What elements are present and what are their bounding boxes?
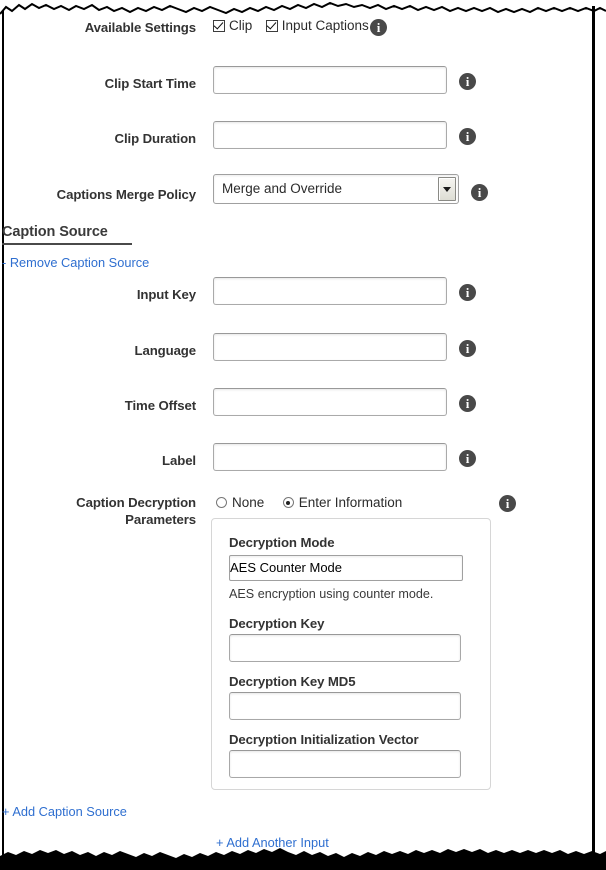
input-settings-form: Available Settings Clip Input Captions i… xyxy=(0,0,606,870)
info-icon-clip-duration[interactable]: i xyxy=(459,128,476,145)
checkbox-clip-label: Clip xyxy=(229,18,253,33)
clip-duration-label: Clip Duration xyxy=(114,131,197,146)
label-field-label: Label xyxy=(162,453,196,468)
caption-decryption-panel: Decryption Mode AES Counter Mode AES enc… xyxy=(211,518,491,790)
time-offset-input[interactable] xyxy=(213,388,447,416)
info-icon-clip-start-time[interactable]: i xyxy=(459,73,476,90)
radio-enter-information[interactable]: Enter Information xyxy=(282,495,417,510)
captions-merge-policy-value: Merge and Override xyxy=(222,181,343,196)
clip-duration-input[interactable] xyxy=(213,121,447,149)
decryption-mode-help-text: AES encryption using counter mode. xyxy=(229,587,434,601)
time-offset-label: Time Offset xyxy=(124,398,196,413)
decryption-key-input[interactable] xyxy=(229,634,461,662)
caption-decryption-radio-group: None Enter Information xyxy=(216,495,416,513)
decryption-mode-value: AES Counter Mode xyxy=(230,560,343,575)
checkbox-input-captions-label: Input Captions xyxy=(281,18,369,33)
decryption-key-label: Decryption Key xyxy=(229,616,325,631)
decryption-mode-select[interactable]: AES Counter Mode xyxy=(229,555,463,581)
input-key-label: Input Key xyxy=(136,287,196,302)
form-page: Available Settings Clip Input Captions i… xyxy=(0,0,606,870)
input-key-input[interactable] xyxy=(213,277,447,305)
checkbox-input-captions[interactable]: Input Captions xyxy=(265,18,378,33)
caption-source-heading: Caption Source xyxy=(2,224,132,245)
remove-caption-source-link[interactable]: - Remove Caption Source xyxy=(2,255,149,270)
available-settings-label: Available Settings xyxy=(84,20,196,35)
checkbox-clip-box[interactable] xyxy=(213,19,225,32)
decryption-iv-label: Decryption Initialization Vector xyxy=(229,732,419,747)
info-icon-time-offset[interactable]: i xyxy=(459,395,476,412)
decryption-mode-label: Decryption Mode xyxy=(229,535,335,550)
captions-merge-policy-select[interactable]: Merge and Override xyxy=(213,174,459,204)
row-captions-merge-policy: Captions Merge Policy Merge and Override… xyxy=(0,174,580,211)
radio-none-label: None xyxy=(232,495,265,510)
info-icon-input-key[interactable]: i xyxy=(459,284,476,301)
radio-enter-information-button[interactable] xyxy=(282,497,294,508)
checkbox-clip[interactable]: Clip xyxy=(213,18,261,33)
radio-none-button[interactable] xyxy=(216,497,227,508)
decryption-iv-input[interactable] xyxy=(229,750,461,778)
decryption-key-md5-label: Decryption Key MD5 xyxy=(229,674,356,689)
caption-decryption-label-line1: Caption Decryption xyxy=(76,495,196,510)
language-input[interactable] xyxy=(213,333,447,361)
captions-merge-policy-label: Captions Merge Policy xyxy=(56,187,196,202)
info-icon-label-field[interactable]: i xyxy=(459,450,476,467)
info-icon-captions-merge-policy[interactable]: i xyxy=(471,184,488,201)
clip-start-time-input[interactable] xyxy=(213,66,447,94)
info-icon-available-settings[interactable]: i xyxy=(370,19,387,36)
add-another-input-link[interactable]: + Add Another Input xyxy=(216,835,329,850)
checkbox-input-captions-box[interactable] xyxy=(265,19,278,32)
chevron-down-icon[interactable] xyxy=(438,177,456,201)
label-field-input[interactable] xyxy=(213,443,447,471)
caption-decryption-label-line2: Parameters xyxy=(125,512,196,527)
radio-none[interactable]: None xyxy=(216,495,278,510)
caption-decryption-label: Caption Decryption Parameters xyxy=(0,494,196,528)
available-settings-checkbox-group: Clip Input Captions xyxy=(213,18,378,37)
radio-enter-information-label: Enter Information xyxy=(298,495,403,510)
info-icon-language[interactable]: i xyxy=(459,340,476,357)
add-caption-source-link[interactable]: + Add Caption Source xyxy=(2,804,127,819)
info-icon-caption-decryption[interactable]: i xyxy=(499,495,516,512)
language-label: Language xyxy=(134,343,197,358)
clip-start-time-label: Clip Start Time xyxy=(104,76,196,91)
decryption-key-md5-input[interactable] xyxy=(229,692,461,720)
